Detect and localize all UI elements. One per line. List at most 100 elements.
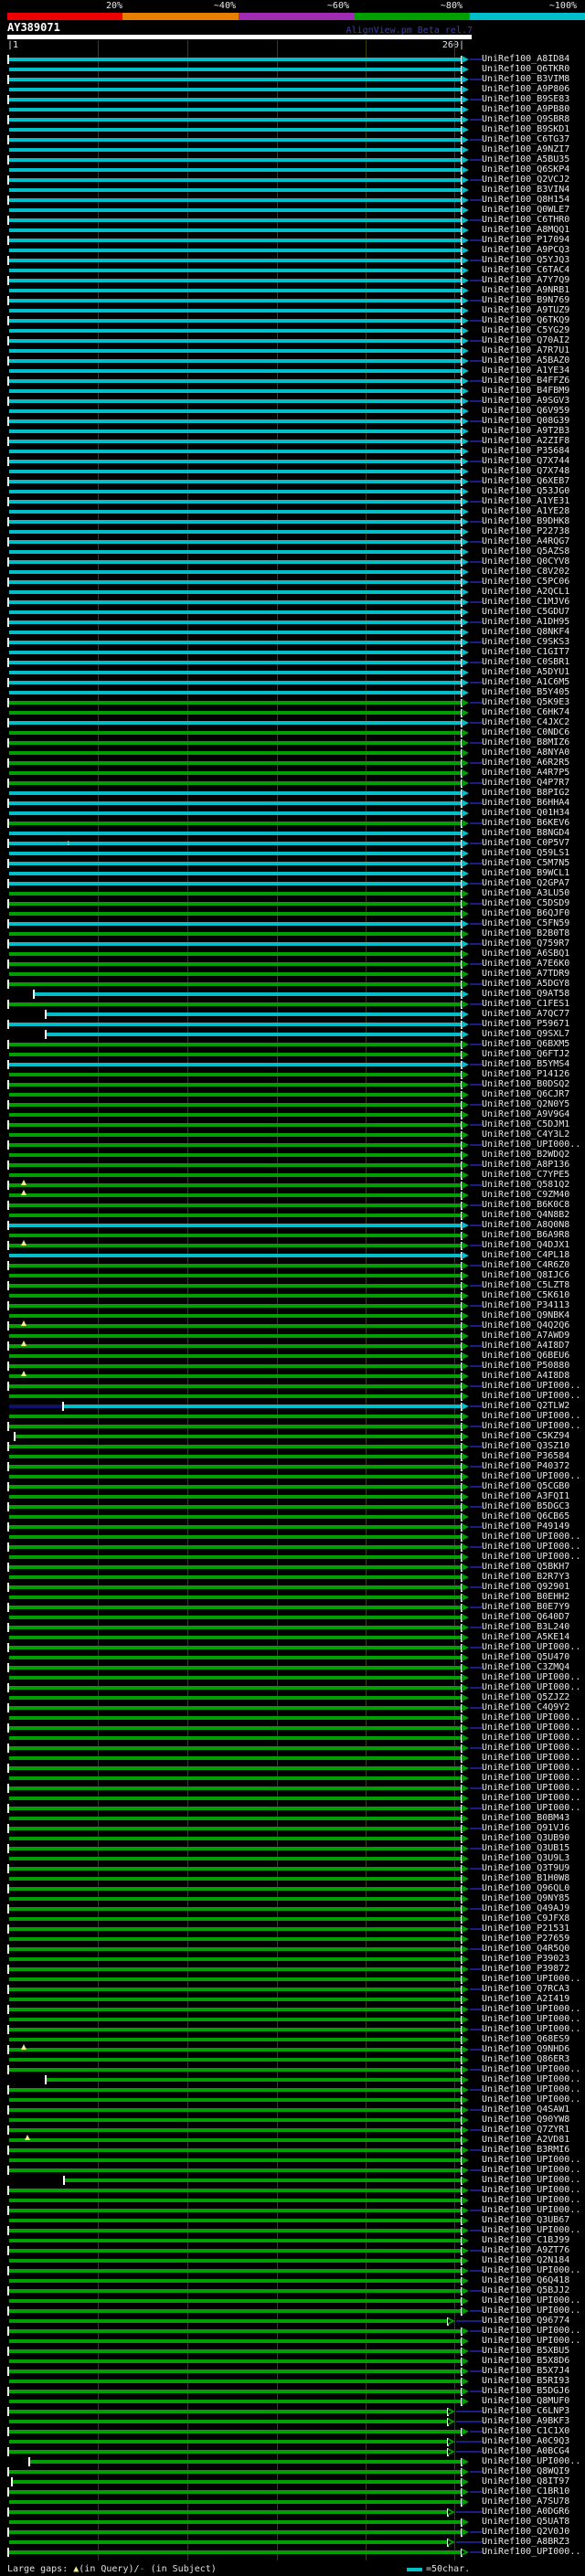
hit-bar — [9, 982, 461, 986]
hit-arrow-icon — [462, 1604, 469, 1611]
hit-bar — [9, 2249, 461, 2253]
hit-connector — [470, 2390, 482, 2392]
hit-arrow-icon — [462, 1885, 469, 1892]
scale-segment-purple — [239, 13, 354, 20]
hit-connector — [470, 2069, 482, 2071]
hit-bar — [9, 822, 461, 825]
hit-connector — [470, 883, 482, 885]
hit-connector — [470, 1224, 482, 1226]
hit-arrow-icon — [462, 1222, 469, 1229]
hit-bar — [9, 942, 461, 946]
hit-bar — [9, 1485, 461, 1489]
hit-connector — [470, 1385, 482, 1387]
hit-bar — [9, 1465, 461, 1468]
hit-bar — [9, 580, 461, 584]
hit-arrow-icon — [462, 2488, 469, 2496]
hit-bar — [9, 279, 461, 282]
hit-connector — [470, 1506, 482, 1508]
hit-bar — [13, 2480, 461, 2484]
hit-connector — [470, 1104, 482, 1106]
hit-arrow-icon — [462, 508, 469, 515]
hit-bar — [9, 2279, 461, 2283]
hit-bar — [30, 2460, 461, 2464]
hit-bar — [9, 962, 461, 966]
hit-arrow-icon — [462, 1694, 469, 1701]
hit-bar — [9, 1947, 461, 1951]
hit-connector — [470, 863, 482, 864]
hit-bar — [9, 1867, 461, 1871]
hit-arrow-icon — [462, 1724, 469, 1732]
hit-bar — [9, 429, 461, 433]
hit-arrow-icon — [462, 307, 469, 314]
hit-bar — [9, 620, 461, 624]
hit-arrow-icon — [462, 1141, 469, 1149]
hit-bar — [9, 882, 461, 885]
hit-bar — [9, 1063, 461, 1066]
hit-bar — [9, 2289, 461, 2293]
hit-bar — [9, 510, 461, 514]
hit-arrow-icon — [462, 2358, 469, 2365]
hit-bar — [9, 610, 461, 614]
hit-arrow-icon — [462, 1624, 469, 1631]
hit-bar — [9, 1957, 461, 1961]
hit-connector — [470, 2029, 482, 2030]
hit-bar — [9, 2018, 461, 2021]
hit-connector — [470, 1325, 482, 1327]
hit-bar — [9, 440, 461, 443]
hit-arrow-icon — [462, 548, 469, 556]
hit-bar — [9, 2540, 447, 2544]
hit-arrow-icon — [462, 237, 469, 244]
hit-arrow-icon — [462, 749, 469, 757]
hit-arrow-icon — [462, 739, 469, 747]
hit-bar — [9, 1696, 461, 1700]
hit-bar — [65, 2178, 461, 2182]
hit-bar — [9, 128, 461, 132]
hit-connector — [470, 99, 482, 101]
hit-arrow-icon — [462, 699, 469, 706]
hit-arrow-icon — [462, 669, 469, 676]
hit-bar — [9, 1384, 461, 1388]
hit-arrow-icon — [462, 1594, 469, 1601]
hit-arrow-icon — [462, 1302, 469, 1309]
hit-arrow-icon — [462, 1855, 469, 1862]
query-ruler-bar — [7, 35, 472, 39]
hit-connector — [470, 682, 482, 684]
hit-bar — [9, 78, 461, 81]
hit-arrow-icon — [462, 1815, 469, 1822]
hit-connector — [470, 943, 482, 945]
hit-arrow-icon — [462, 880, 469, 887]
hit-arrow-icon — [462, 1061, 469, 1068]
hit-arrow-icon — [462, 2106, 469, 2114]
hit-arrow-icon — [462, 337, 469, 345]
gap-triangle-icon — [21, 1190, 27, 1195]
hit-bar — [9, 842, 461, 845]
hit-arrow-icon — [462, 2348, 469, 2355]
hit-arrow-icon — [462, 1262, 469, 1269]
hit-bar — [9, 2369, 461, 2373]
hit-arrow-icon — [462, 408, 469, 415]
hit-arrow-icon — [462, 327, 469, 334]
hit-arrow-icon — [462, 920, 469, 928]
hit-bar — [9, 781, 461, 785]
hit-connector — [456, 2451, 482, 2453]
hit-bar — [9, 1374, 461, 1378]
hit-connector — [470, 179, 482, 181]
hit-bar — [9, 1123, 461, 1127]
gap-query-text: (in Query)/ — [79, 2564, 139, 2574]
hit-connector — [470, 782, 482, 784]
hit-connector — [470, 2230, 482, 2231]
hit-bar — [9, 1686, 461, 1690]
hit-arrow-icon — [462, 2388, 469, 2395]
hit-connector — [470, 2310, 482, 2312]
hit-arrow-icon — [462, 1895, 469, 1903]
hit-bar — [9, 1445, 461, 1448]
hit-arrow-icon — [462, 2056, 469, 2063]
hit-arrow-icon — [462, 367, 469, 375]
hit-arrow-icon — [462, 1493, 469, 1500]
hit-bar — [9, 1786, 461, 1790]
hit-bar — [9, 892, 461, 896]
hit-arrow-icon — [462, 1091, 469, 1098]
hit-arrow-icon — [462, 1272, 469, 1279]
hit-arrow-icon — [462, 1654, 469, 1661]
hit-bar — [9, 1736, 461, 1740]
